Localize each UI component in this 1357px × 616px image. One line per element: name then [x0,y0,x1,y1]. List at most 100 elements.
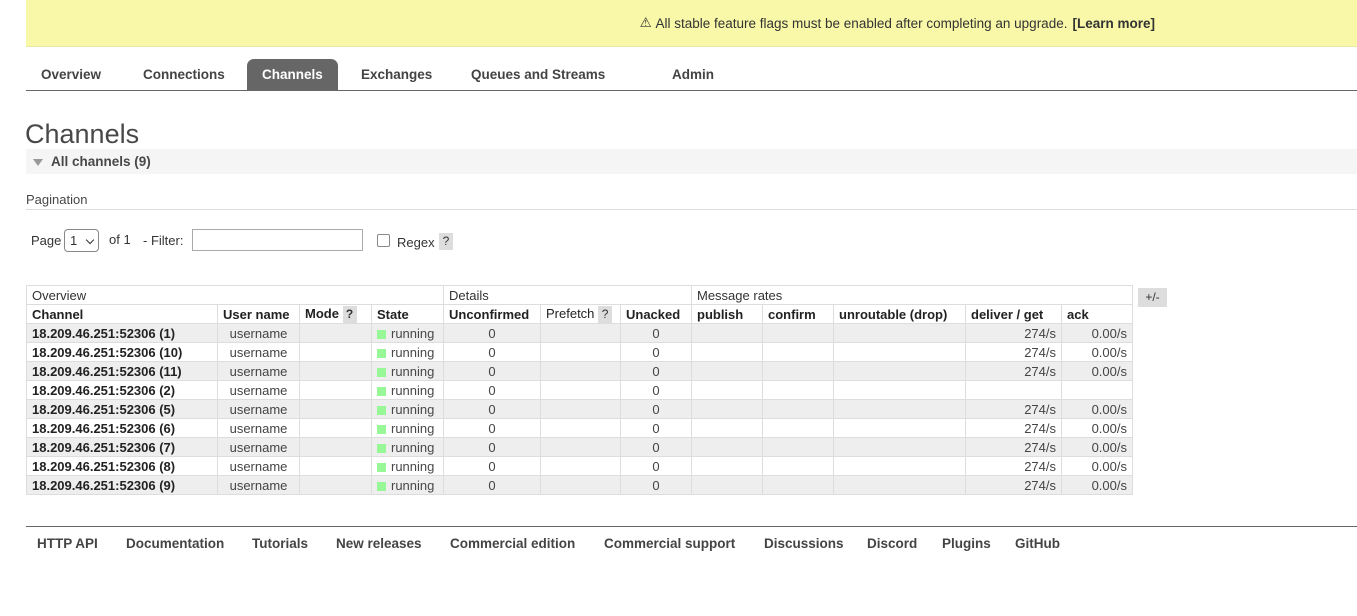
footer-link-github[interactable]: GitHub [1015,536,1060,551]
tab-overview[interactable]: Overview [26,59,116,91]
mode-help-button[interactable]: ? [342,305,357,323]
unacked: 0 [620,399,692,419]
unacked: 0 [620,475,692,495]
tab-exchanges[interactable]: Exchanges [346,59,447,91]
prefetch [540,380,621,400]
state: running [391,363,435,379]
tab-channels[interactable]: Channels [247,59,338,91]
channel-link[interactable]: 18.209.46.251:52306 (11) [26,361,218,381]
user-name: username [217,323,300,343]
user-name: username [217,437,300,457]
unacked: 0 [620,342,692,362]
unconfirmed: 0 [443,437,541,457]
deliver-get-rate: 274/s [965,342,1062,362]
unroutable-rate [833,456,966,476]
footer-link-commercial-support[interactable]: Commercial support [604,536,735,551]
regex-help-button[interactable]: ? [439,233,453,250]
channel-link[interactable]: 18.209.46.251:52306 (10) [26,342,218,362]
ack-rate: 0.00/s [1061,456,1133,476]
user-name: username [217,418,300,438]
state: running [391,420,435,436]
unroutable-rate [833,399,966,419]
footer-link-plugins[interactable]: Plugins [942,536,991,551]
unacked: 0 [620,323,692,343]
col-unroutable-drop[interactable]: unroutable (drop) [833,304,966,324]
prefetch [540,342,621,362]
footer-link-commercial-edition[interactable]: Commercial edition [450,536,575,551]
deliver-get-rate: 274/s [965,418,1062,438]
state: running [391,477,435,493]
table-row: 18.209.46.251:52306 (1) username running… [26,323,1133,343]
prefetch [540,418,621,438]
running-status-icon [377,424,386,434]
state-cell: running [371,342,444,362]
state-cell: running [371,418,444,438]
tab-connections[interactable]: Connections [128,59,240,91]
mode [299,361,372,381]
col-state[interactable]: State [371,304,444,324]
col-mode-label[interactable]: Mode [305,306,339,321]
unconfirmed: 0 [443,456,541,476]
tab-admin[interactable]: Admin [657,59,729,91]
tab-queues-and-streams[interactable]: Queues and Streams [456,59,620,91]
col-publish[interactable]: publish [691,304,763,324]
col-unconfirmed[interactable]: Unconfirmed [443,304,541,324]
table-row: 18.209.46.251:52306 (11) username runnin… [26,361,1133,381]
footer-link-discussions[interactable]: Discussions [764,536,844,551]
unconfirmed: 0 [443,475,541,495]
channel-link[interactable]: 18.209.46.251:52306 (2) [26,380,218,400]
channel-link[interactable]: 18.209.46.251:52306 (8) [26,456,218,476]
column-toggle-button[interactable]: +/- [1138,288,1167,307]
regex-checkbox[interactable] [377,234,390,247]
col-confirm[interactable]: confirm [762,304,834,324]
filter-input[interactable] [192,229,363,251]
unconfirmed: 0 [443,323,541,343]
deliver-get-rate: 274/s [965,475,1062,495]
channel-link[interactable]: 18.209.46.251:52306 (7) [26,437,218,457]
mode [299,399,372,419]
page-count: of 1 [109,232,131,247]
footer-link-discord[interactable]: Discord [867,536,917,551]
confirm-rate [762,399,834,419]
table-row: 18.209.46.251:52306 (9) username running… [26,475,1133,495]
user-name: username [217,475,300,495]
publish-rate [691,361,763,381]
publish-rate [691,342,763,362]
col-prefetch-label[interactable]: Prefetch [546,306,594,321]
unroutable-rate [833,342,966,362]
footer-link-new-releases[interactable]: New releases [336,536,422,551]
col-channel[interactable]: Channel [26,304,218,324]
footer-link-http-api[interactable]: HTTP API [37,536,98,551]
col-user-name[interactable]: User name [217,304,300,324]
pagination-controls: Page 1 of 1 - Filter: Regex ? [31,229,531,253]
running-status-icon [377,462,386,472]
prefetch-help-button[interactable]: ? [598,305,613,323]
unconfirmed: 0 [443,418,541,438]
state: running [391,344,435,360]
col-deliver-get[interactable]: deliver / get [965,304,1062,324]
channel-link[interactable]: 18.209.46.251:52306 (6) [26,418,218,438]
chevron-down-icon [85,235,95,245]
channel-link[interactable]: 18.209.46.251:52306 (5) [26,399,218,419]
mode [299,475,372,495]
footer-link-tutorials[interactable]: Tutorials [252,536,308,551]
learn-more-link[interactable]: [Learn more] [1072,16,1155,31]
col-ack[interactable]: ack [1061,304,1133,324]
state: running [391,382,435,398]
footer-link-documentation[interactable]: Documentation [126,536,224,551]
page-select[interactable]: 1 [64,229,99,252]
confirm-rate [762,418,834,438]
table-row: 18.209.46.251:52306 (2) username running… [26,380,1133,400]
col-unacked[interactable]: Unacked [620,304,692,324]
user-name: username [217,380,300,400]
user-name: username [217,456,300,476]
deliver-get-rate: 274/s [965,361,1062,381]
channel-link[interactable]: 18.209.46.251:52306 (9) [26,475,218,495]
state-cell: running [371,323,444,343]
ack-rate: 0.00/s [1061,323,1133,343]
page-select-value: 1 [70,233,78,248]
unacked: 0 [620,418,692,438]
publish-rate [691,437,763,457]
channel-link[interactable]: 18.209.46.251:52306 (1) [26,323,218,343]
all-channels-toggle[interactable]: All channels (9) [26,149,1357,174]
